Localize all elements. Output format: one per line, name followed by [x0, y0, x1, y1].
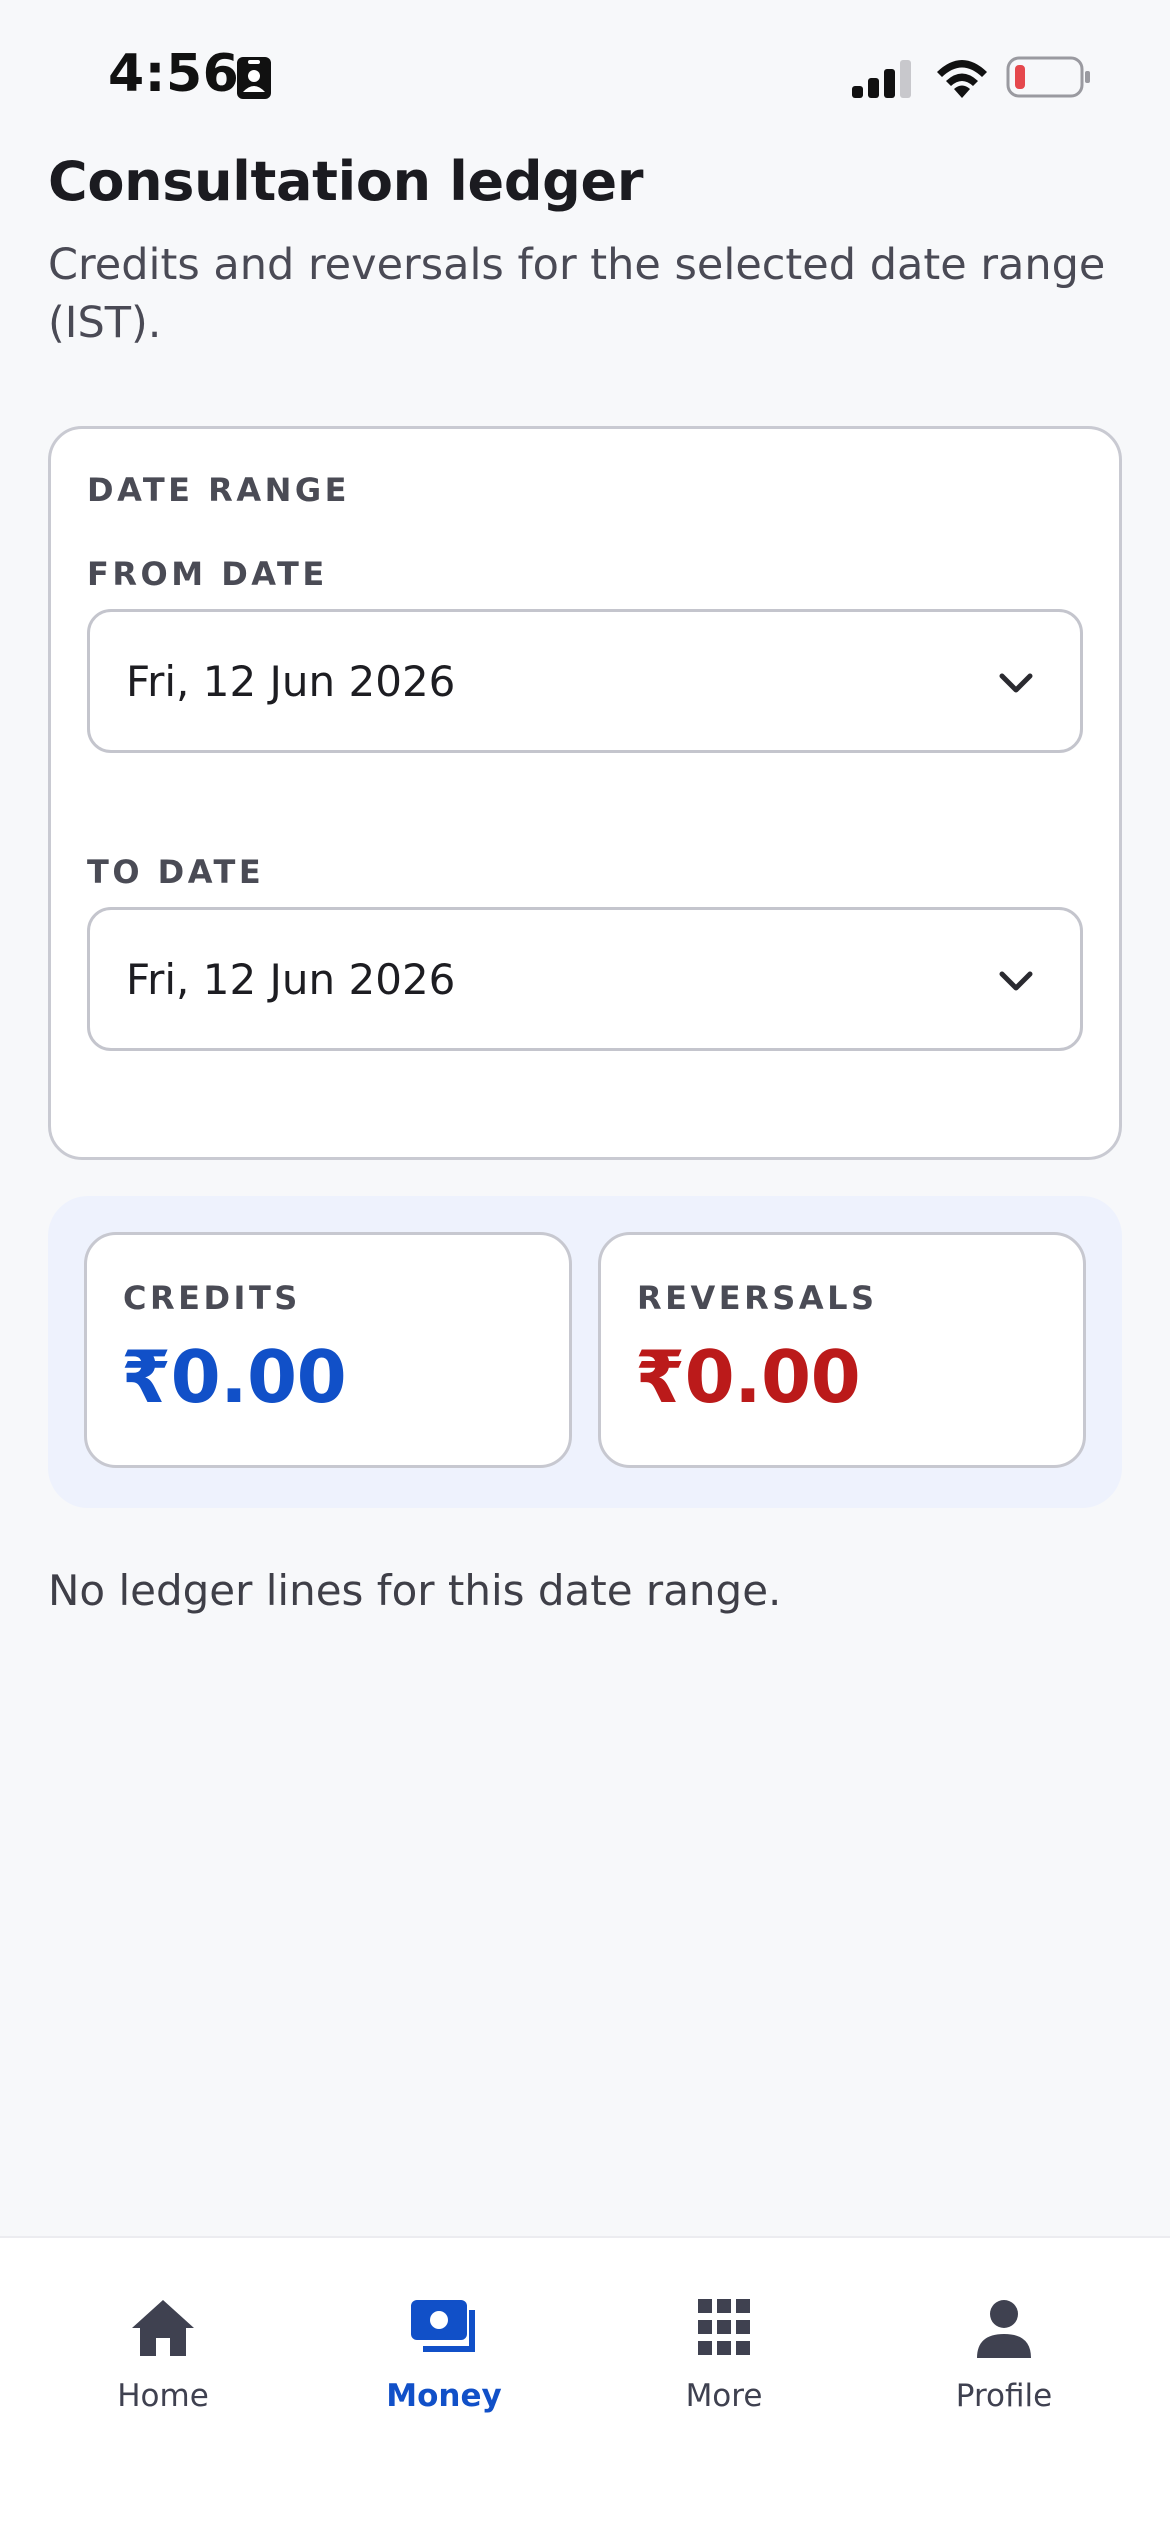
to-date-select[interactable]: Fri, 12 Jun 2026: [87, 907, 1083, 1051]
reversals-label: REVERSALS: [637, 1279, 878, 1317]
battery-low-icon: [1006, 56, 1090, 98]
grid-icon: [698, 2299, 750, 2355]
person-icon: [977, 2300, 1031, 2358]
chevron-down-icon: [999, 971, 1033, 991]
nav-label-money: Money: [386, 2378, 502, 2414]
nav-label-home: Home: [117, 2378, 209, 2414]
to-date-value: Fri, 12 Jun 2026: [126, 954, 456, 1004]
reversals-card: REVERSALS ₹0.00: [598, 1232, 1086, 1468]
nav-item-home[interactable]: Home: [63, 2296, 263, 2426]
status-bar: 4:56: [0, 0, 1170, 150]
from-date-select[interactable]: Fri, 12 Jun 2026: [87, 609, 1083, 753]
to-date-label: TO DATE: [87, 853, 265, 891]
chevron-down-icon: [999, 673, 1033, 693]
from-date-label: FROM DATE: [87, 555, 328, 593]
bottom-nav: Home Money More Profile: [0, 2236, 1170, 2532]
date-range-card: DATE RANGE FROM DATE Fri, 12 Jun 2026 TO…: [48, 426, 1122, 1160]
credits-card: CREDITS ₹0.00: [84, 1232, 572, 1468]
nav-label-profile: Profile: [955, 2378, 1053, 2414]
date-range-label: DATE RANGE: [87, 471, 350, 509]
empty-state-message: No ledger lines for this date range.: [48, 1566, 782, 1615]
nav-item-money[interactable]: Money: [344, 2296, 544, 2426]
cellular-signal-icon: [852, 60, 911, 98]
page-title: Consultation ledger: [48, 150, 644, 213]
id-badge-icon: [237, 57, 271, 99]
home-icon: [132, 2300, 194, 2356]
nav-label-more: More: [685, 2378, 763, 2414]
reversals-value: ₹0.00: [635, 1335, 861, 1419]
credits-label: CREDITS: [123, 1279, 301, 1317]
credits-value: ₹0.00: [121, 1335, 347, 1419]
money-icon: [411, 2300, 475, 2352]
screen: 4:56 Consultation ledger Credits and rev…: [0, 0, 1170, 2532]
wifi-icon: [937, 60, 987, 98]
nav-item-more[interactable]: More: [624, 2296, 824, 2426]
page-subtitle: Credits and reversals for the selected d…: [48, 240, 1106, 348]
from-date-value: Fri, 12 Jun 2026: [126, 656, 456, 706]
status-time: 4:56: [108, 44, 240, 104]
totals-panel: CREDITS ₹0.00 REVERSALS ₹0.00: [48, 1196, 1122, 1508]
nav-item-profile[interactable]: Profile: [904, 2296, 1104, 2426]
